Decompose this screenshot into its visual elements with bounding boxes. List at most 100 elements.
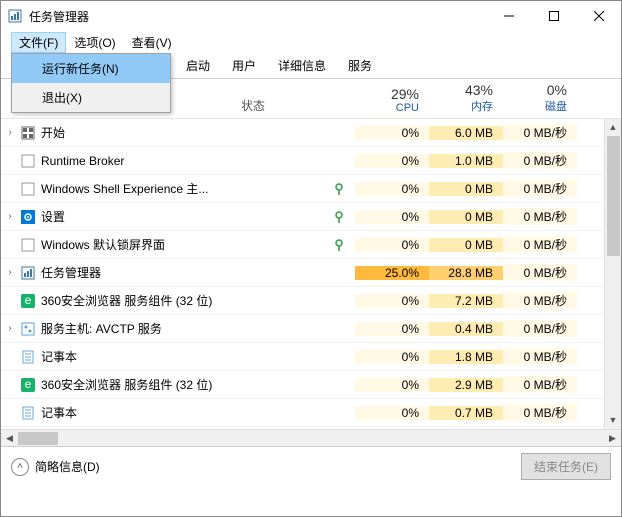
process-row[interactable]: › 设置 0%0 MB0 MB/秒 xyxy=(1,203,621,231)
svg-text:e: e xyxy=(25,378,32,391)
suspended-icon xyxy=(333,239,345,251)
menu-view[interactable]: 查看(V) xyxy=(124,32,180,53)
process-icon xyxy=(19,182,37,196)
process-status xyxy=(235,183,355,195)
scroll-up-icon[interactable]: ▲ xyxy=(605,119,621,136)
cpu-cell: 25.0% xyxy=(355,266,429,280)
col-cpu[interactable]: 29% CPU xyxy=(355,82,429,118)
process-name: 360安全浏览器 服务组件 (32 位) xyxy=(37,292,235,309)
col-status[interactable]: 状态 xyxy=(235,93,355,118)
maximize-button[interactable] xyxy=(531,1,576,31)
suspended-icon xyxy=(333,183,345,195)
disk-cell: 0 MB/秒 xyxy=(503,320,577,337)
memory-cell: 2.9 MB xyxy=(429,378,503,392)
process-row[interactable]: › 开始 0%6.0 MB0 MB/秒 xyxy=(1,119,621,147)
process-icon xyxy=(19,266,37,280)
memory-cell: 0.4 MB xyxy=(429,322,503,336)
disk-cell: 0 MB/秒 xyxy=(503,208,577,225)
close-button[interactable] xyxy=(576,1,621,31)
process-name: 记事本 xyxy=(37,348,235,365)
process-icon xyxy=(19,238,37,252)
menu-exit[interactable]: 退出(X) xyxy=(12,83,170,112)
footer: ˄ 简略信息(D) 结束任务(E) xyxy=(1,446,621,486)
process-list: ›开始0%6.0 MB0 MB/秒Runtime Broker0%1.0 MB0… xyxy=(1,119,621,429)
expand-toggle[interactable]: › xyxy=(1,267,19,278)
disk-cell: 0 MB/秒 xyxy=(503,152,577,169)
cpu-cell: 0% xyxy=(355,294,429,308)
process-row[interactable]: ›服务主机: AVCTP 服务0%0.4 MB0 MB/秒 xyxy=(1,315,621,343)
disk-cell: 0 MB/秒 xyxy=(503,404,577,421)
cpu-cell: 0% xyxy=(355,182,429,196)
menu-options[interactable]: 选项(O) xyxy=(66,32,123,53)
memory-cell: 28.8 MB xyxy=(429,266,503,280)
memory-cell: 0 MB xyxy=(429,182,503,196)
cpu-cell: 0% xyxy=(355,406,429,420)
tab-users[interactable]: 用户 xyxy=(221,52,267,78)
memory-cell: 0 MB xyxy=(429,210,503,224)
process-name: Windows 默认锁屏界面 xyxy=(37,236,235,253)
process-status xyxy=(235,239,355,251)
process-icon: e xyxy=(19,294,37,308)
process-row[interactable]: Windows 默认锁屏界面0%0 MB0 MB/秒 xyxy=(1,231,621,259)
expand-toggle[interactable]: › xyxy=(1,127,19,138)
scroll-left-icon[interactable]: ◀ xyxy=(1,430,18,446)
process-icon xyxy=(19,350,37,364)
minimize-button[interactable] xyxy=(486,1,531,31)
process-row[interactable]: 记事本 0%0.7 MB0 MB/秒 xyxy=(1,399,621,427)
menu-run-new-task[interactable]: 运行新任务(N) xyxy=(12,54,170,83)
menu-bar: 文件(F) 选项(O) 查看(V) 运行新任务(N) 退出(X) xyxy=(1,31,621,53)
process-icon xyxy=(19,322,37,336)
disk-cell: 0 MB/秒 xyxy=(503,292,577,309)
scroll-down-icon[interactable]: ▼ xyxy=(605,412,621,429)
process-name: Runtime Broker xyxy=(37,154,235,168)
process-icon: e xyxy=(19,378,37,392)
scroll-thumb[interactable] xyxy=(607,136,620,256)
disk-cell: 0 MB/秒 xyxy=(503,180,577,197)
process-name: 开始 xyxy=(37,124,235,141)
expand-toggle[interactable]: › xyxy=(1,211,19,222)
suspended-icon xyxy=(333,211,345,223)
cpu-cell: 0% xyxy=(355,126,429,140)
scroll-right-icon[interactable]: ▶ xyxy=(604,430,621,446)
process-name: Windows Shell Experience 主... xyxy=(37,180,235,197)
chevron-up-icon: ˄ xyxy=(11,458,29,476)
process-icon xyxy=(19,154,37,168)
col-disk[interactable]: 0% 磁盘 xyxy=(503,78,577,118)
disk-cell: 0 MB/秒 xyxy=(503,264,577,281)
memory-cell: 1.8 MB xyxy=(429,350,503,364)
process-name: 服务主机: AVCTP 服务 xyxy=(37,320,235,337)
col-memory[interactable]: 43% 内存 xyxy=(429,78,503,118)
cpu-cell: 0% xyxy=(355,378,429,392)
process-status xyxy=(235,211,355,223)
menu-file[interactable]: 文件(F) xyxy=(11,32,66,53)
expand-toggle[interactable]: › xyxy=(1,323,19,334)
tab-details[interactable]: 详细信息 xyxy=(267,52,337,78)
vertical-scrollbar[interactable]: ▲ ▼ xyxy=(604,119,621,429)
process-name: 任务管理器 xyxy=(37,264,235,281)
process-icon xyxy=(19,126,37,140)
process-name: 设置 xyxy=(37,208,235,225)
process-row[interactable]: e360安全浏览器 服务组件 (32 位)0%7.2 MB0 MB/秒 xyxy=(1,287,621,315)
process-name: 360安全浏览器 服务组件 (32 位) xyxy=(37,376,235,393)
process-row[interactable]: e 360安全浏览器 服务组件 (32 位) 0%2.9 MB0 MB/秒 xyxy=(1,371,621,399)
end-task-button[interactable]: 结束任务(E) xyxy=(521,453,611,480)
cpu-cell: 0% xyxy=(355,210,429,224)
process-row[interactable]: › 任务管理器 25.0%28.8 MB0 MB/秒 xyxy=(1,259,621,287)
tab-startup[interactable]: 启动 xyxy=(175,52,221,78)
process-row[interactable]: Runtime Broker0%1.0 MB0 MB/秒 xyxy=(1,147,621,175)
window-title: 任务管理器 xyxy=(29,8,486,25)
process-name: 记事本 xyxy=(37,404,235,421)
disk-cell: 0 MB/秒 xyxy=(503,124,577,141)
process-icon xyxy=(19,406,37,420)
memory-cell: 0 MB xyxy=(429,238,503,252)
memory-cell: 0.7 MB xyxy=(429,406,503,420)
process-row[interactable]: 记事本0%1.8 MB0 MB/秒 xyxy=(1,343,621,371)
fewer-details-button[interactable]: ˄ 简略信息(D) xyxy=(11,458,521,476)
memory-cell: 6.0 MB xyxy=(429,126,503,140)
disk-cell: 0 MB/秒 xyxy=(503,376,577,393)
cpu-cell: 0% xyxy=(355,154,429,168)
hscroll-thumb[interactable] xyxy=(18,432,58,445)
tab-services[interactable]: 服务 xyxy=(337,52,383,78)
horizontal-scrollbar[interactable]: ◀ ▶ xyxy=(1,429,621,446)
process-row[interactable]: Windows Shell Experience 主... 0%0 MB0 MB/… xyxy=(1,175,621,203)
